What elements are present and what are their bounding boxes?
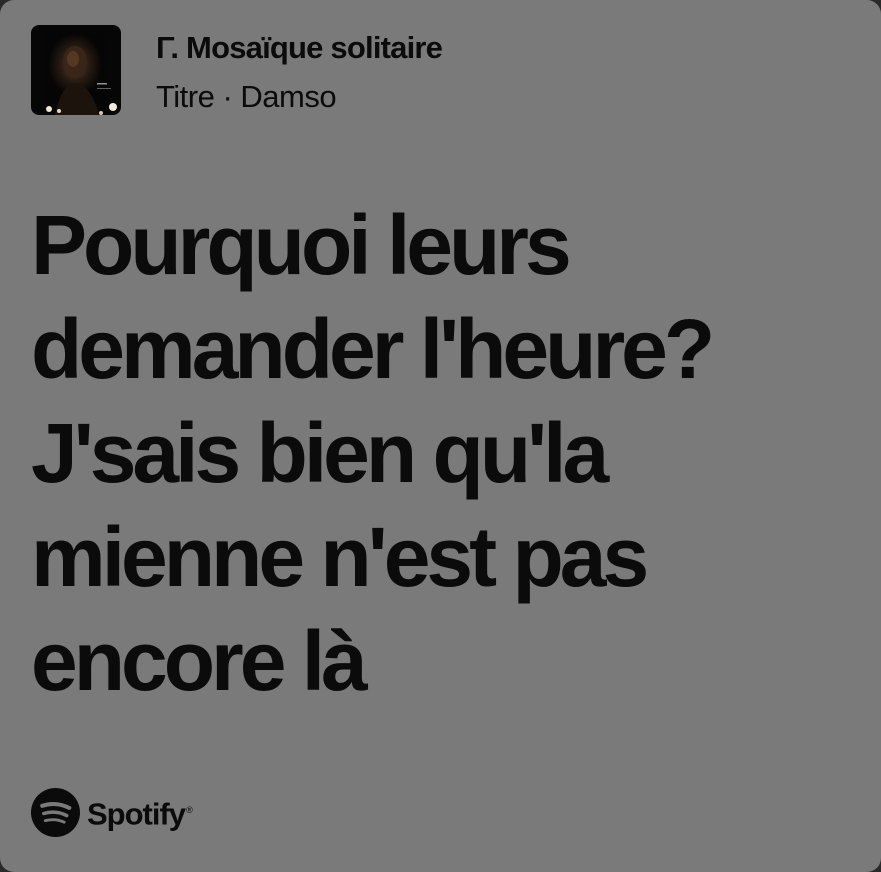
lyric-line: mienne n'est pas xyxy=(31,510,649,604)
spotify-logo-icon xyxy=(31,787,80,837)
track-header[interactable]: Γ. Mosaïque solitaire Titre · Damso xyxy=(31,25,443,115)
track-meta: Γ. Mosaïque solitaire Titre · Damso xyxy=(156,25,443,115)
lyric-line: J'sais bien qu'la xyxy=(31,406,609,500)
lyric-line: demander l'heure? xyxy=(31,302,715,396)
lyric-line: encore là xyxy=(31,614,368,708)
lyrics-block: Pourquoi leurs demander l'heure? J'sais … xyxy=(31,193,831,713)
spotify-wordmark-text: Spotify xyxy=(87,796,186,832)
lyrics-share-card: Γ. Mosaïque solitaire Titre · Damso Pour… xyxy=(0,0,881,872)
spotify-branding[interactable]: Spotify® xyxy=(31,786,193,838)
album-cover-image xyxy=(31,25,121,115)
registered-mark: ® xyxy=(186,805,193,815)
lyric-line: Pourquoi leurs xyxy=(31,198,572,292)
track-subtitle: Titre · Damso xyxy=(156,79,337,114)
spotify-wordmark: Spotify® xyxy=(87,786,193,838)
track-title: Γ. Mosaïque solitaire xyxy=(156,30,443,65)
